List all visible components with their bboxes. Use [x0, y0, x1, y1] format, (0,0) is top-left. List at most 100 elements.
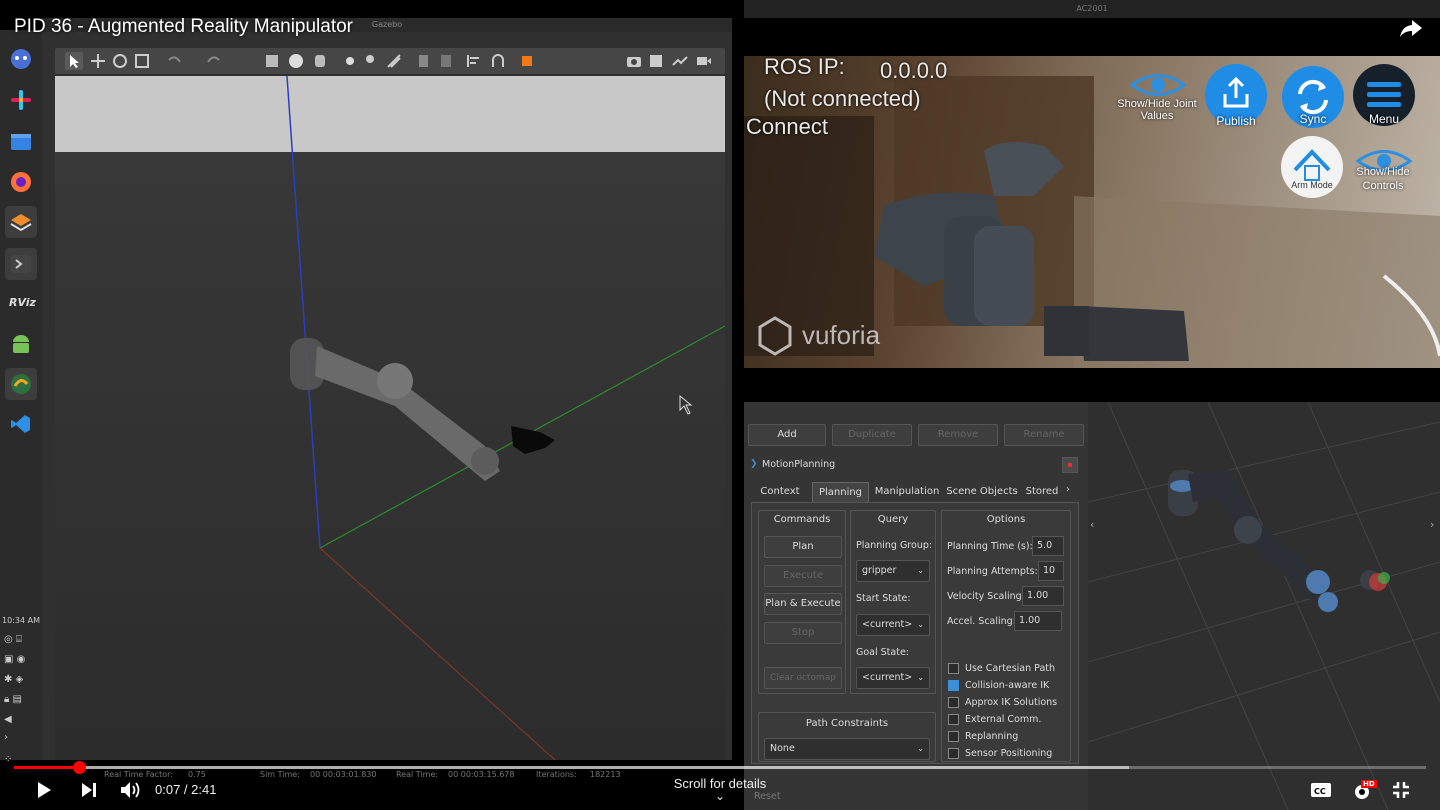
- execute-button[interactable]: Execute: [764, 565, 842, 587]
- spot-light-icon[interactable]: [363, 52, 381, 70]
- apps-icon[interactable]: ⁘: [4, 754, 38, 765]
- play-button[interactable]: [34, 780, 54, 804]
- translate-tool-icon[interactable]: [89, 52, 107, 70]
- gazebo-window: Gazebo: [42, 18, 732, 760]
- copy-icon[interactable]: [415, 52, 433, 70]
- files-icon[interactable]: [5, 126, 37, 158]
- sim-time-value: 00 00:03:01.830: [310, 770, 377, 779]
- scale-tool-icon[interactable]: [133, 52, 151, 70]
- collapse-right-icon[interactable]: ›: [1430, 518, 1434, 531]
- tab-scene-objects[interactable]: Scene Objects: [946, 482, 1018, 502]
- accel-scaling-input[interactable]: 1.00: [1014, 611, 1062, 631]
- ar-camera-view[interactable]: ROS IP: 0.0.0.0 (Not connected) Connect …: [744, 56, 1440, 368]
- volume-icon[interactable]: ◀︎: [4, 714, 38, 725]
- volume-button[interactable]: [120, 781, 142, 803]
- sensor-positioning-checkbox[interactable]: [948, 748, 959, 759]
- video-scrubber-handle[interactable]: [72, 761, 86, 774]
- connect-button[interactable]: Connect: [746, 114, 828, 140]
- captions-button[interactable]: CC: [1310, 782, 1332, 802]
- chevron-down-icon: ⌄: [714, 789, 726, 803]
- slack-icon[interactable]: [5, 84, 37, 116]
- menu-label: Menu: [1368, 112, 1400, 126]
- remove-display-button[interactable]: Remove: [918, 424, 998, 446]
- tab-context[interactable]: Context: [754, 482, 806, 502]
- start-state-select[interactable]: <current> ⌄: [856, 614, 930, 636]
- use-cartesian-path-label: Use Cartesian Path: [965, 663, 1056, 674]
- duplicate-display-button[interactable]: Duplicate: [832, 424, 912, 446]
- vscode-icon[interactable]: [5, 408, 37, 440]
- svg-text:CC: CC: [1314, 787, 1326, 796]
- commands-title: Commands: [773, 514, 831, 525]
- android-icon[interactable]: [5, 328, 37, 360]
- gazebo-icon[interactable]: [5, 368, 37, 400]
- approx-ik-solutions-checkbox[interactable]: [948, 697, 959, 708]
- system-tray-row-1: ◎ ⌸: [4, 634, 22, 645]
- directional-light-icon[interactable]: [385, 52, 403, 70]
- external-comm-checkbox[interactable]: [948, 714, 959, 725]
- tab-stored-states[interactable]: Stored S: [1022, 482, 1062, 502]
- cylinder-shape-icon[interactable]: [311, 52, 329, 70]
- tab-scroll-right-icon[interactable]: ›: [1066, 484, 1070, 495]
- replanning-checkbox[interactable]: [948, 731, 959, 742]
- redo-icon[interactable]: [205, 52, 223, 70]
- undo-icon[interactable]: [165, 52, 183, 70]
- sphere-shape-icon[interactable]: [287, 52, 305, 70]
- add-display-button[interactable]: Add: [748, 424, 826, 446]
- close-panel-icon[interactable]: [1062, 457, 1078, 473]
- plan-button[interactable]: Plan: [764, 536, 842, 558]
- gazebo-3d-viewport[interactable]: [55, 76, 725, 760]
- lock-icon[interactable]: 🔒︎ ▤: [4, 694, 38, 705]
- change-view-icon[interactable]: [519, 52, 537, 70]
- chevron-down-icon: ⌄: [917, 620, 924, 629]
- chat-bot-icon[interactable]: [5, 42, 37, 74]
- log-icon[interactable]: [647, 52, 665, 70]
- plot-icon[interactable]: [671, 52, 689, 70]
- select-tool-icon[interactable]: [65, 52, 83, 70]
- share-icon[interactable]: [1398, 16, 1424, 44]
- terminal-icon[interactable]: [5, 248, 37, 280]
- chevron-right-icon[interactable]: ›: [4, 732, 38, 743]
- collision-aware-ik-checkbox[interactable]: [948, 680, 959, 691]
- snap-icon[interactable]: [489, 52, 507, 70]
- collapse-left-icon[interactable]: ‹: [1090, 518, 1094, 531]
- align-icon[interactable]: [465, 52, 483, 70]
- path-constraints-select[interactable]: None ⌄: [764, 738, 930, 760]
- show-hide-controls-label-2: Controls: [1362, 180, 1404, 192]
- video-record-icon[interactable]: [695, 52, 713, 70]
- rviz-icon[interactable]: RViz: [5, 288, 37, 320]
- ar-window-titlebar: AC2001: [744, 0, 1440, 18]
- settings-gear-icon[interactable]: HD: [1352, 780, 1377, 806]
- video-buffered-bar: [14, 766, 1130, 769]
- planning-time-input[interactable]: 5.0: [1032, 536, 1064, 556]
- plan-and-execute-button[interactable]: Plan & Execute: [764, 593, 842, 615]
- stop-button[interactable]: Stop: [764, 622, 842, 644]
- paste-icon[interactable]: [437, 52, 455, 70]
- panel-collapse-icon[interactable]: ❯: [750, 459, 758, 469]
- rviz-3d-view[interactable]: ‹ ›: [1088, 402, 1440, 810]
- rotate-tool-icon[interactable]: [111, 52, 129, 70]
- screenshot-icon[interactable]: [625, 52, 643, 70]
- firefox-icon[interactable]: [5, 166, 37, 198]
- planning-attempts-input[interactable]: 10: [1038, 561, 1064, 581]
- tab-planning[interactable]: Planning: [812, 482, 869, 502]
- rename-display-button[interactable]: Rename: [1004, 424, 1084, 446]
- gazebo-status-bar: Real Time Factor: 0.75 Sim Time: 00 00:0…: [42, 766, 732, 786]
- velocity-scaling-input[interactable]: 1.00: [1022, 586, 1064, 606]
- clear-octomap-button[interactable]: Clear octomap: [764, 667, 842, 689]
- tab-manipulation[interactable]: Manipulation: [872, 482, 942, 502]
- point-light-icon[interactable]: [341, 52, 359, 70]
- exit-fullscreen-button[interactable]: [1392, 781, 1410, 803]
- planning-attempts-label: Planning Attempts:: [947, 566, 1038, 577]
- use-cartesian-path-checkbox[interactable]: [948, 663, 959, 674]
- bluetooth-icon[interactable]: ✱ ◈: [4, 674, 38, 685]
- stack-icon[interactable]: [5, 206, 37, 238]
- real-time-factor-value: 0.75: [188, 770, 206, 779]
- next-video-button[interactable]: [80, 782, 98, 802]
- real-time-value: 00 00:03:15.678: [448, 770, 515, 779]
- iterations-label: Iterations:: [536, 770, 577, 779]
- planning-group-select[interactable]: gripper ⌄: [856, 560, 930, 582]
- box-shape-icon[interactable]: [263, 52, 281, 70]
- rviz-scene: [1088, 402, 1440, 810]
- goal-state-select[interactable]: <current> ⌄: [856, 667, 930, 689]
- scroll-for-details-hint[interactable]: Scroll for details ⌄: [660, 776, 780, 803]
